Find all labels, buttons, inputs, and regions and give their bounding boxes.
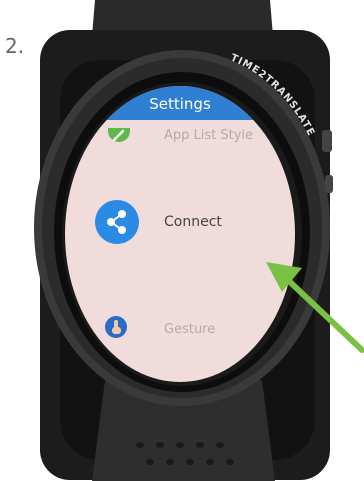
step-number: 2.: [5, 34, 25, 58]
screenshot-stage: TIME2TRANSLATE Settings App List Style: [0, 0, 364, 481]
pointer-arrow-icon: [266, 262, 364, 353]
